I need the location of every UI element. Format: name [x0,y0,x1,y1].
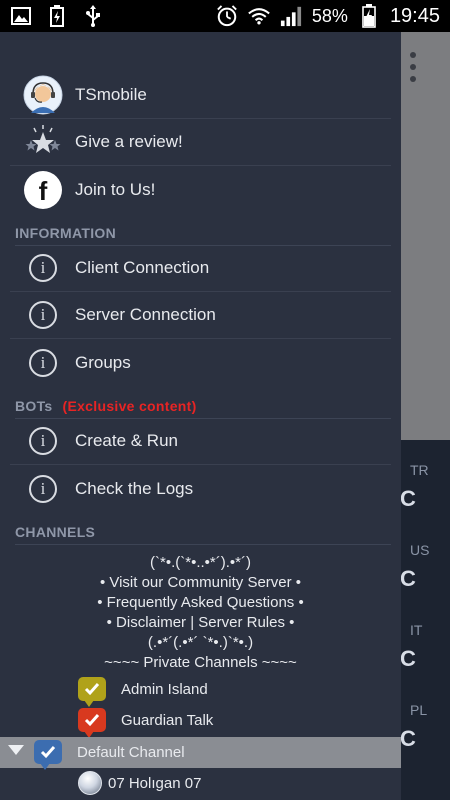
facebook-icon: f [22,169,64,211]
flag-label: IT [410,622,423,638]
menu-item-server-connection[interactable]: i Server Connection [10,292,391,339]
navigation-drawer: TSmobile Give a review! f Join to Us! IN… [0,32,401,800]
exclusive-content-note: (Exclusive content) [62,398,197,414]
server-list[interactable]: TR C US C IT C PL C [400,440,450,800]
battery-charging-icon [46,5,68,27]
menu-item-label: Create & Run [75,431,178,450]
info-icon: i [22,247,64,289]
give-review-label: Give a review! [75,132,183,151]
channel-private-header[interactable]: ~~~~ Private Channels ~~~~ [0,654,401,671]
server-c-icon: C [400,726,416,751]
menu-item-client-connection[interactable]: i Client Connection [10,245,391,292]
menu-item-create-run[interactable]: i Create & Run [10,418,391,465]
channel-check-icon [34,740,62,770]
section-bots-title: BOTs [15,398,53,414]
server-c-icon: C [400,646,416,671]
stars-icon [22,121,64,163]
channel-user-item[interactable]: 07 Holıgan 07 [78,771,201,795]
channel-admin-island[interactable]: Admin Island [78,677,208,707]
join-label: Join to Us! [75,179,156,199]
clock: 19:45 [389,4,440,27]
menu-item-label: Groups [75,352,131,372]
menu-item-label: Check the Logs [75,478,194,498]
section-channels-title: CHANNELS [15,524,96,540]
battery-icon [358,4,380,28]
info-icon: i [22,420,64,462]
user-status-icon [78,771,102,795]
channel-label: Guardian Talk [121,711,214,729]
overflow-menu-icon[interactable] [410,52,418,82]
background-app[interactable]: TR C US C IT C PL C [400,32,450,800]
signal-icon [280,5,302,27]
channel-banner-line[interactable]: (`*•.(`*•..•*´).•*´) [0,554,401,571]
info-icon: i [22,294,64,336]
menu-item-label: Server Connection [75,305,216,324]
profile-name: TSmobile [75,85,147,104]
flag-label: US [410,542,430,558]
alarm-icon [216,5,238,27]
section-information-title: INFORMATION [15,225,117,241]
channel-disclaimer-rules[interactable]: • Disclaimer | Server Rules • [0,614,401,631]
section-channels: CHANNELS [15,524,391,545]
server-c-icon: C [400,566,416,591]
section-bots: BOTs (Exclusive content) [15,398,391,419]
channel-check-icon [78,708,106,738]
menu-item-groups[interactable]: i Groups [10,339,391,386]
menu-item-check-logs[interactable]: i Check the Logs [10,465,391,512]
profile-item[interactable]: TSmobile [10,72,391,119]
channel-label: Default Channel [77,743,185,761]
status-bar: 58% 19:45 [0,0,450,32]
flag-label: PL [410,702,428,718]
wifi-icon [248,5,270,27]
server-c-icon: C [400,486,416,511]
channel-banner-line[interactable]: (.•*´(.•*´ `*•.)`*•.) [0,634,401,651]
image-icon [10,5,32,27]
svg-text:f: f [39,176,48,206]
channel-default[interactable]: Default Channel [34,740,185,770]
usb-icon [82,5,104,27]
menu-item-label: Client Connection [75,258,210,277]
avatar [22,74,64,116]
info-icon: i [22,342,64,384]
channel-label: Admin Island [121,680,208,698]
collapse-triangle-icon[interactable] [8,745,24,755]
channel-guardian-talk[interactable]: Guardian Talk [78,708,214,738]
give-review-item[interactable]: Give a review! [10,119,391,166]
section-information: INFORMATION [15,225,391,246]
flag-label: TR [410,462,429,478]
channel-check-icon [78,677,106,707]
join-item[interactable]: f Join to Us! [10,166,391,213]
channel-user-name: 07 Holıgan 07 [108,774,202,792]
battery-percent: 58% [311,5,348,26]
channel-default-selected[interactable]: Default Channel [0,737,401,770]
channel-community-server[interactable]: • Visit our Community Server • [0,574,401,591]
info-icon: i [22,468,64,510]
channel-faq[interactable]: • Frequently Asked Questions • [0,594,401,611]
